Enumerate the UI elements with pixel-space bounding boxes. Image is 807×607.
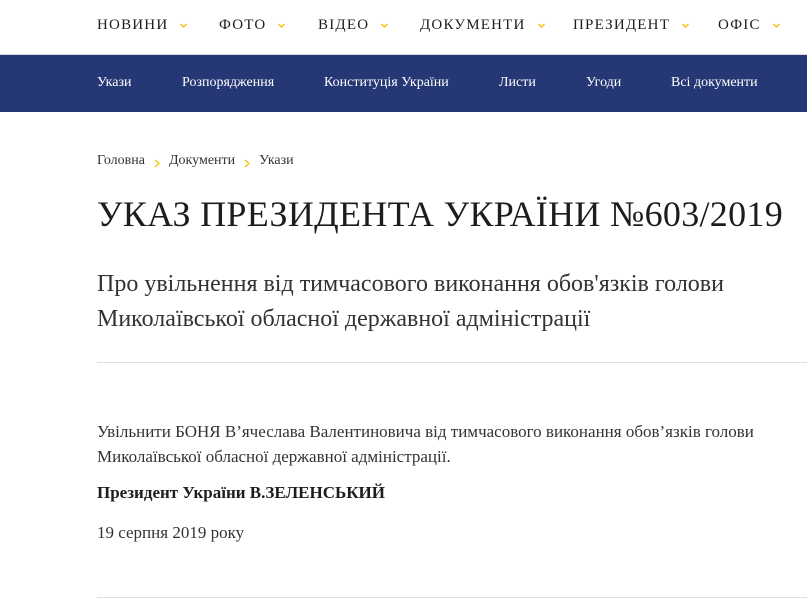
breadcrumb: Головна Документи Укази — [97, 153, 294, 169]
breadcrumb-decrees[interactable]: Укази — [259, 153, 294, 169]
nav-item-label: ПРЕЗИДЕНТ — [573, 17, 671, 33]
nav-item-label: НОВИНИ — [97, 17, 169, 33]
subnav-item-decrees[interactable]: Укази — [97, 75, 132, 91]
breadcrumb-home[interactable]: Головна — [97, 153, 145, 169]
chevron-down-icon — [682, 22, 690, 29]
chevron-down-icon — [180, 22, 188, 29]
document-date: 19 серпня 2019 року — [97, 523, 245, 542]
subnav-item-letters[interactable]: Листи — [499, 75, 536, 91]
divider — [97, 362, 807, 363]
chevron-down-icon — [772, 22, 780, 29]
top-navigation: НОВИНИ ФОТО ВІДЕО ДОКУМЕНТИ ПРЕЗИДЕНТ ОФ… — [0, 0, 807, 55]
chevron-right-icon — [244, 157, 251, 167]
nav-item-documents[interactable]: ДОКУМЕНТИ — [420, 17, 545, 34]
nav-item-president[interactable]: ПРЕЗИДЕНТ — [573, 17, 690, 34]
nav-item-news[interactable]: НОВИНИ — [97, 17, 188, 34]
document-subtitle: Про увільнення від тимчасового виконання… — [97, 271, 724, 332]
nav-item-photo[interactable]: ФОТО — [219, 17, 286, 34]
divider — [97, 597, 807, 598]
document-signature: Президент України В.ЗЕЛЕНСЬКИЙ — [97, 483, 385, 502]
page-title: УКАЗ ПРЕЗИДЕНТА УКРАЇНИ №603/2019 — [97, 194, 784, 234]
breadcrumb-documents[interactable]: Документи — [169, 153, 235, 169]
nav-item-video[interactable]: ВІДЕО — [318, 17, 389, 34]
nav-item-label: ДОКУМЕНТИ — [420, 17, 526, 33]
chevron-down-icon — [381, 22, 389, 29]
nav-item-label: ВІДЕО — [318, 17, 370, 33]
nav-item-label: ОФІС — [718, 17, 761, 33]
chevron-down-icon — [537, 22, 545, 29]
subnav-item-orders[interactable]: Розпорядження — [182, 75, 274, 91]
subnav-item-constitution[interactable]: Конституція України — [324, 75, 449, 91]
chevron-right-icon — [154, 157, 160, 167]
subnav-item-agreements[interactable]: Угоди — [586, 75, 621, 91]
documents-sub-navigation: Укази Розпорядження Конституція України … — [0, 55, 807, 112]
document-body: Увільнити БОНЯ В’ячеслава Валентиновича … — [97, 422, 754, 466]
subnav-item-all-documents[interactable]: Всі документи — [671, 75, 758, 91]
chevron-down-icon — [278, 22, 286, 29]
nav-item-label: ФОТО — [219, 17, 267, 33]
nav-item-office[interactable]: ОФІС — [718, 17, 780, 34]
